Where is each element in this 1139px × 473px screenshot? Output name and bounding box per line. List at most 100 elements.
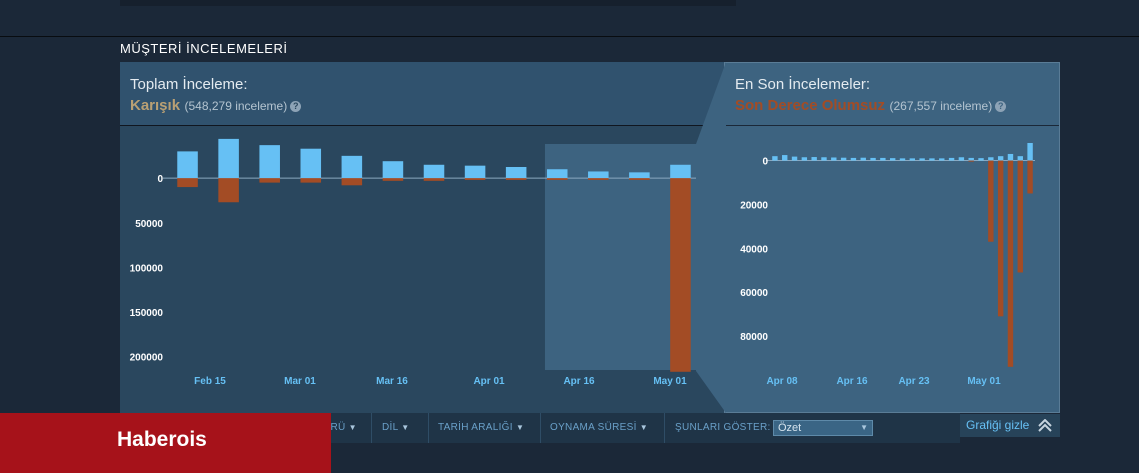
positive-bar[interactable] — [988, 157, 994, 161]
positive-bar[interactable] — [909, 158, 916, 161]
y-tick-label: 40000 — [740, 244, 768, 255]
positive-bar[interactable] — [811, 157, 817, 161]
positive-bar[interactable] — [505, 167, 527, 179]
positive-bar[interactable] — [840, 157, 847, 161]
negative-bar[interactable] — [464, 178, 486, 180]
y-tick-label: 20000 — [740, 200, 768, 211]
positive-bar[interactable] — [889, 158, 896, 161]
positive-bar[interactable] — [218, 138, 239, 179]
y-tick-label: 100000 — [130, 263, 164, 274]
recent-reviews-count: (267,557 inceleme) — [889, 99, 993, 113]
positive-bar[interactable] — [968, 157, 974, 161]
negative-bar[interactable] — [505, 178, 527, 180]
all-reviews-label: Toplam İnceleme: — [130, 76, 248, 93]
dropdown-arrow-icon: ▼ — [401, 423, 410, 432]
negative-bar[interactable] — [1017, 160, 1023, 273]
positive-bar[interactable] — [300, 148, 322, 179]
positive-bar[interactable] — [997, 156, 1004, 161]
x-tick-label: Apr 08 — [766, 376, 798, 387]
negative-bar[interactable] — [546, 178, 568, 180]
recent-reviews-label: En Son İncelemeler: — [735, 76, 871, 93]
positive-bar[interactable] — [629, 172, 650, 179]
positive-bar[interactable] — [177, 151, 198, 179]
positive-bar[interactable] — [791, 156, 798, 161]
filter-playtime[interactable]: OYNAMA SÜRESİ ▼ — [550, 422, 648, 433]
x-tick-label: May 01 — [967, 376, 1001, 387]
filter-playtime-label: OYNAMA SÜRESİ — [550, 422, 637, 433]
y-tick-label: 0 — [157, 174, 163, 185]
show-select[interactable]: Özet ▼ — [773, 420, 873, 436]
negative-bar[interactable] — [1027, 160, 1033, 194]
positive-bar[interactable] — [880, 157, 886, 161]
section-divider — [0, 36, 1139, 37]
zoom-connector — [696, 62, 726, 413]
positive-bar[interactable] — [423, 164, 445, 179]
positive-bar[interactable] — [831, 157, 837, 161]
negative-bar[interactable] — [629, 178, 650, 180]
positive-bar[interactable] — [588, 171, 609, 179]
y-tick-label: 80000 — [740, 332, 768, 343]
dropdown-arrow-icon: ▼ — [515, 423, 525, 432]
negative-bar[interactable] — [588, 178, 609, 180]
negative-bar[interactable] — [997, 160, 1004, 317]
x-tick-label: Feb 15 — [194, 376, 226, 387]
negative-bar[interactable] — [341, 178, 363, 186]
recent-reviews-rating[interactable]: Son Derece Olumsuz — [735, 97, 885, 114]
recent-reviews-header — [725, 63, 1059, 126]
all-reviews-summary: Karışık (548,279 inceleme)? — [130, 97, 302, 115]
negative-bar[interactable] — [218, 178, 239, 203]
positive-bar[interactable] — [958, 157, 965, 161]
positive-bar[interactable] — [948, 157, 955, 161]
filter-language[interactable]: DİL ▼ — [382, 422, 409, 433]
recent-reviews-chart: 0 20000 40000 60000 80000 Apr 08 Apr 16 Apr 23 M… — [740, 143, 1035, 387]
positive-bar[interactable] — [259, 145, 280, 179]
all-reviews-header — [120, 62, 724, 126]
dropdown-arrow-icon: ▼ — [639, 423, 649, 432]
negative-bar[interactable] — [988, 160, 994, 242]
positive-bar[interactable] — [464, 165, 486, 179]
positive-bar[interactable] — [670, 164, 691, 179]
positive-bar[interactable] — [821, 157, 827, 161]
y-tick-label: 60000 — [740, 288, 768, 299]
positive-bar[interactable] — [1007, 153, 1014, 161]
positive-bar[interactable] — [782, 155, 788, 161]
filter-separator — [664, 413, 665, 443]
negative-bar[interactable] — [670, 178, 691, 372]
positive-bar[interactable] — [341, 155, 363, 179]
positive-bar[interactable] — [929, 158, 935, 161]
dropdown-arrow-icon: ▼ — [348, 423, 357, 432]
positive-bar[interactable] — [870, 157, 876, 161]
filter-date-range[interactable]: TARİH ARALIĞI ▼ — [438, 422, 524, 433]
y-tick-label: 50000 — [135, 219, 163, 230]
all-reviews-count: (548,279 inceleme) — [184, 99, 288, 113]
positive-bar[interactable] — [1017, 156, 1023, 161]
positive-bar[interactable] — [919, 158, 925, 161]
negative-bar[interactable] — [1007, 160, 1014, 367]
negative-bar[interactable] — [259, 178, 280, 183]
x-tick-label: Mar 01 — [284, 376, 316, 387]
positive-bar[interactable] — [939, 158, 945, 161]
positive-bar[interactable] — [546, 169, 568, 179]
dropdown-arrow-icon: ▼ — [860, 423, 868, 432]
filter-separator — [428, 413, 429, 443]
y-tick-label: 0 — [762, 157, 768, 168]
help-icon[interactable]: ? — [290, 101, 302, 112]
positive-bar[interactable] — [1027, 143, 1033, 161]
all-reviews-rating[interactable]: Karışık — [130, 97, 180, 114]
negative-bar[interactable] — [968, 160, 974, 162]
negative-bar[interactable] — [382, 178, 404, 181]
positive-bar[interactable] — [899, 158, 906, 161]
positive-bar[interactable] — [801, 157, 808, 161]
top-strip — [120, 0, 736, 6]
hide-graph-button[interactable]: Grafiği gizle — [960, 414, 1060, 437]
help-icon[interactable]: ? — [995, 101, 1007, 112]
positive-bar[interactable] — [850, 157, 857, 161]
hide-graph-label: Grafiği gizle — [966, 418, 1030, 432]
positive-bar[interactable] — [978, 158, 984, 161]
negative-bar[interactable] — [177, 178, 198, 188]
positive-bar[interactable] — [772, 156, 778, 161]
negative-bar[interactable] — [300, 178, 322, 183]
negative-bar[interactable] — [423, 178, 445, 181]
positive-bar[interactable] — [860, 157, 866, 161]
positive-bar[interactable] — [382, 161, 404, 179]
